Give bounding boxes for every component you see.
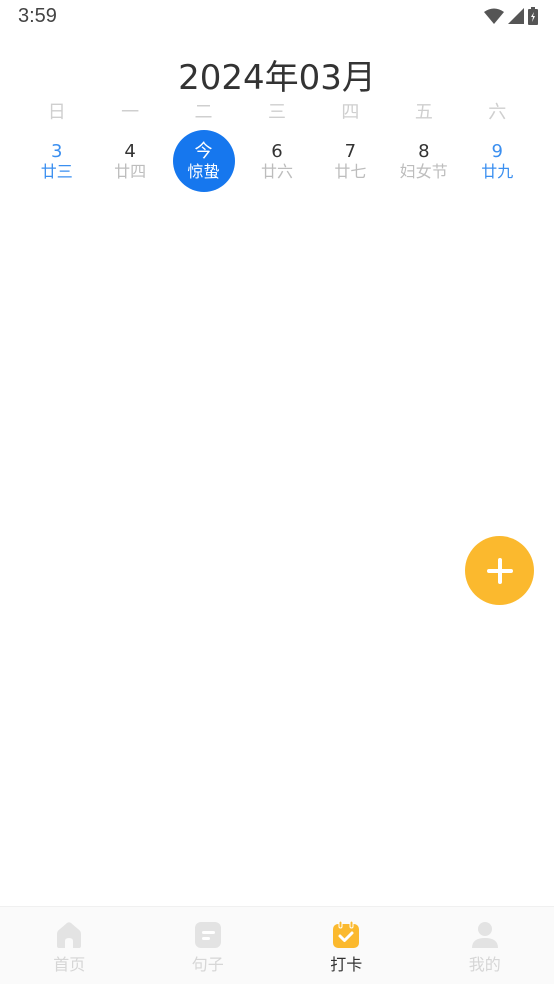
nav-item-home[interactable]: 首页 bbox=[0, 907, 139, 984]
nav-label: 打卡 bbox=[330, 955, 363, 974]
day-button[interactable]: 8 妇女节 bbox=[393, 130, 455, 192]
home-icon bbox=[57, 922, 82, 948]
plus-icon bbox=[486, 557, 513, 584]
bottom-nav: 首页 句子 打卡 我的 bbox=[0, 906, 554, 984]
lunar-date: 廿四 bbox=[114, 162, 147, 181]
nav-item-sentences[interactable]: 句子 bbox=[139, 907, 278, 984]
day-cell[interactable]: 7 廿七 bbox=[314, 130, 387, 192]
week-days-row: 3 廿三 4 廿四 今 惊蛰 6 廿六 7 廿七 8 妇女节 9 廿九 bbox=[20, 130, 534, 192]
note-icon bbox=[194, 922, 221, 948]
wifi-icon bbox=[484, 8, 504, 24]
day-button[interactable]: 4 廿四 bbox=[99, 130, 161, 192]
user-icon bbox=[471, 922, 498, 948]
day-number: 今 bbox=[194, 141, 213, 162]
nav-label: 首页 bbox=[53, 955, 86, 974]
nav-label: 我的 bbox=[468, 955, 501, 974]
day-number: 7 bbox=[344, 141, 357, 162]
day-button[interactable]: 7 廿七 bbox=[319, 130, 381, 192]
nav-label: 句子 bbox=[191, 955, 224, 974]
weekday-label: 四 bbox=[341, 102, 360, 123]
weekday-label: 六 bbox=[488, 102, 507, 123]
day-button[interactable]: 9 廿九 bbox=[466, 130, 528, 192]
day-number: 6 bbox=[271, 141, 283, 162]
day-cell[interactable]: 8 妇女节 bbox=[387, 130, 460, 192]
day-button[interactable]: 3 廿三 bbox=[26, 130, 88, 192]
lunar-date: 妇女节 bbox=[399, 162, 448, 181]
lunar-date: 廿九 bbox=[481, 162, 514, 181]
day-cell[interactable]: 6 廿六 bbox=[240, 130, 313, 192]
status-bar: 3:59 bbox=[0, 0, 554, 34]
add-button[interactable] bbox=[465, 536, 534, 605]
weekday-label: 五 bbox=[414, 102, 433, 123]
day-button[interactable]: 6 廿六 bbox=[246, 130, 308, 192]
lunar-date: 廿三 bbox=[40, 162, 73, 181]
nav-item-checkin[interactable]: 打卡 bbox=[277, 907, 416, 984]
day-cell[interactable]: 4 廿四 bbox=[93, 130, 166, 192]
day-number: 4 bbox=[124, 141, 136, 162]
status-time: 3:59 bbox=[18, 5, 57, 27]
lunar-date: 惊蛰 bbox=[187, 162, 220, 181]
weekday-header: 日 一 二 三 四 五 六 bbox=[20, 98, 534, 124]
weekday-label: 三 bbox=[267, 102, 286, 123]
lunar-date: 廿七 bbox=[334, 162, 367, 181]
weekday-label: 一 bbox=[121, 102, 140, 123]
calendar-check-icon bbox=[333, 921, 360, 948]
month-title[interactable]: 2024年03月 bbox=[0, 50, 554, 99]
day-cell[interactable]: 9 廿九 bbox=[461, 130, 534, 192]
lunar-date: 廿六 bbox=[260, 162, 293, 181]
day-number: 8 bbox=[418, 141, 430, 162]
day-cell-today[interactable]: 今 惊蛰 bbox=[167, 130, 240, 192]
day-button-today[interactable]: 今 惊蛰 bbox=[172, 130, 235, 192]
day-number: 3 bbox=[50, 141, 63, 162]
day-cell[interactable]: 3 廿三 bbox=[20, 130, 93, 192]
status-icons bbox=[484, 7, 538, 25]
weekday-label: 二 bbox=[194, 102, 213, 123]
battery-icon bbox=[528, 7, 538, 25]
weekday-label: 日 bbox=[47, 102, 66, 123]
signal-icon bbox=[508, 8, 524, 24]
nav-item-profile[interactable]: 我的 bbox=[416, 907, 554, 984]
day-number: 9 bbox=[491, 141, 503, 162]
